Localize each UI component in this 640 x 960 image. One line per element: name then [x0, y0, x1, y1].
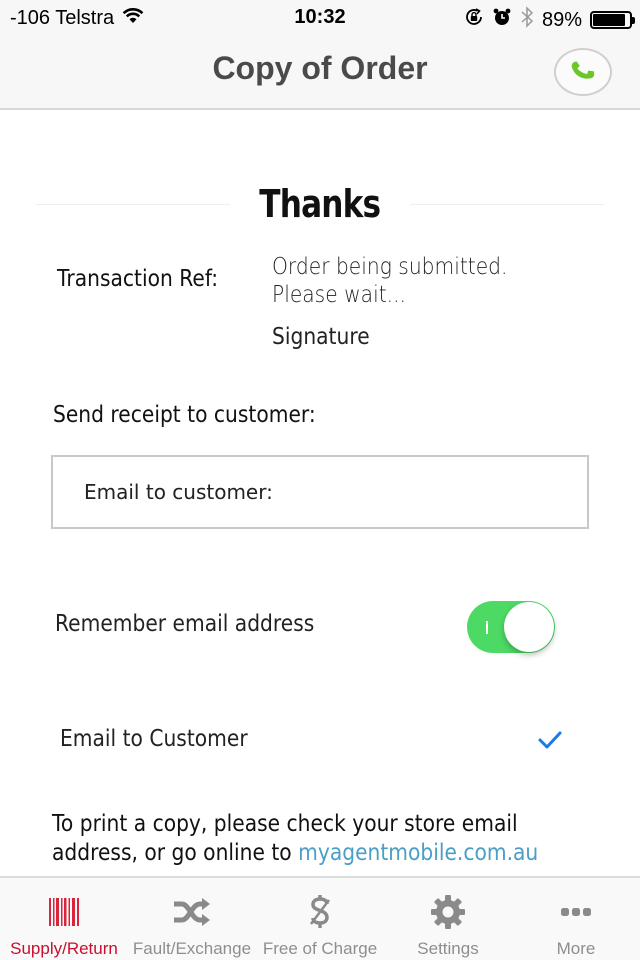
- tab-supply-return[interactable]: Supply/Return: [0, 878, 128, 960]
- email-to-customer-input[interactable]: [53, 457, 587, 527]
- email-to-customer-label: Email to Customer: [60, 726, 248, 752]
- tab-fault-exchange[interactable]: Fault/Exchange: [128, 878, 256, 960]
- more-dots-icon: [512, 894, 640, 930]
- status-right: 89%: [464, 6, 635, 34]
- call-button[interactable]: [554, 48, 612, 96]
- divider-left: [36, 203, 231, 205]
- transaction-status-line1: Order being submitted.: [272, 254, 508, 280]
- tab-label: Supply/Return: [10, 939, 118, 958]
- transaction-ref-label: Transaction Ref:: [57, 266, 219, 292]
- transaction-ref-value: Order being submitted. Please wait...: [272, 253, 507, 309]
- print-instructions-line2: address, or go online to myagentmobile.c…: [52, 839, 545, 868]
- divider-right: [409, 203, 604, 205]
- tab-label: Fault/Exchange: [132, 939, 252, 958]
- tab-label: More: [556, 939, 596, 958]
- tab-free-of-charge[interactable]: Free of Charge: [256, 878, 384, 960]
- toggle-knob: [504, 602, 554, 652]
- tab-bar: Supply/Return Fault/Exchange Free of Cha…: [0, 876, 640, 960]
- navigation-header: -106 Telstra 10:32 89% Copy of Order: [0, 0, 640, 110]
- shuffle-icon: [128, 894, 256, 930]
- thanks-heading-row: Thanks: [36, 178, 604, 230]
- gear-icon: [384, 894, 512, 930]
- print-instructions: To print a copy, please check your store…: [52, 810, 545, 868]
- alarm-icon: [492, 7, 512, 33]
- tab-settings[interactable]: Settings: [384, 878, 512, 960]
- remember-email-toggle[interactable]: [467, 601, 555, 653]
- tab-label: Settings: [417, 939, 479, 958]
- toggle-on-indicator: [486, 621, 488, 634]
- no-dollar-icon: [256, 894, 384, 930]
- remember-email-label: Remember email address: [55, 611, 315, 637]
- checkmark-icon: [536, 728, 564, 752]
- phone-icon: [568, 55, 598, 89]
- tab-more[interactable]: More: [512, 878, 640, 960]
- bluetooth-icon: [520, 6, 534, 34]
- thanks-title: Thanks: [259, 182, 381, 226]
- barcode-icon: [0, 894, 128, 930]
- page-title: Copy of Order: [212, 50, 428, 86]
- print-instructions-line1: To print a copy, please check your store…: [52, 811, 518, 837]
- email-to-customer-option[interactable]: Email to Customer: [0, 710, 640, 770]
- battery-icon: [590, 11, 635, 29]
- transaction-status-line2: Please wait...: [272, 282, 406, 308]
- battery-percent: 89%: [541, 8, 582, 31]
- print-instructions-line2-text: address, or go online to: [52, 840, 299, 866]
- orientation-lock-icon: [464, 7, 484, 33]
- myagentmobile-link[interactable]: myagentmobile.com.au: [298, 840, 538, 866]
- status-bar: -106 Telstra 10:32 89%: [0, 0, 640, 36]
- email-field-container: [51, 455, 589, 529]
- battery-level: [593, 14, 626, 26]
- signature-label: Signature: [272, 324, 370, 350]
- send-receipt-label: Send receipt to customer:: [53, 402, 316, 428]
- tab-label: Free of Charge: [262, 939, 378, 958]
